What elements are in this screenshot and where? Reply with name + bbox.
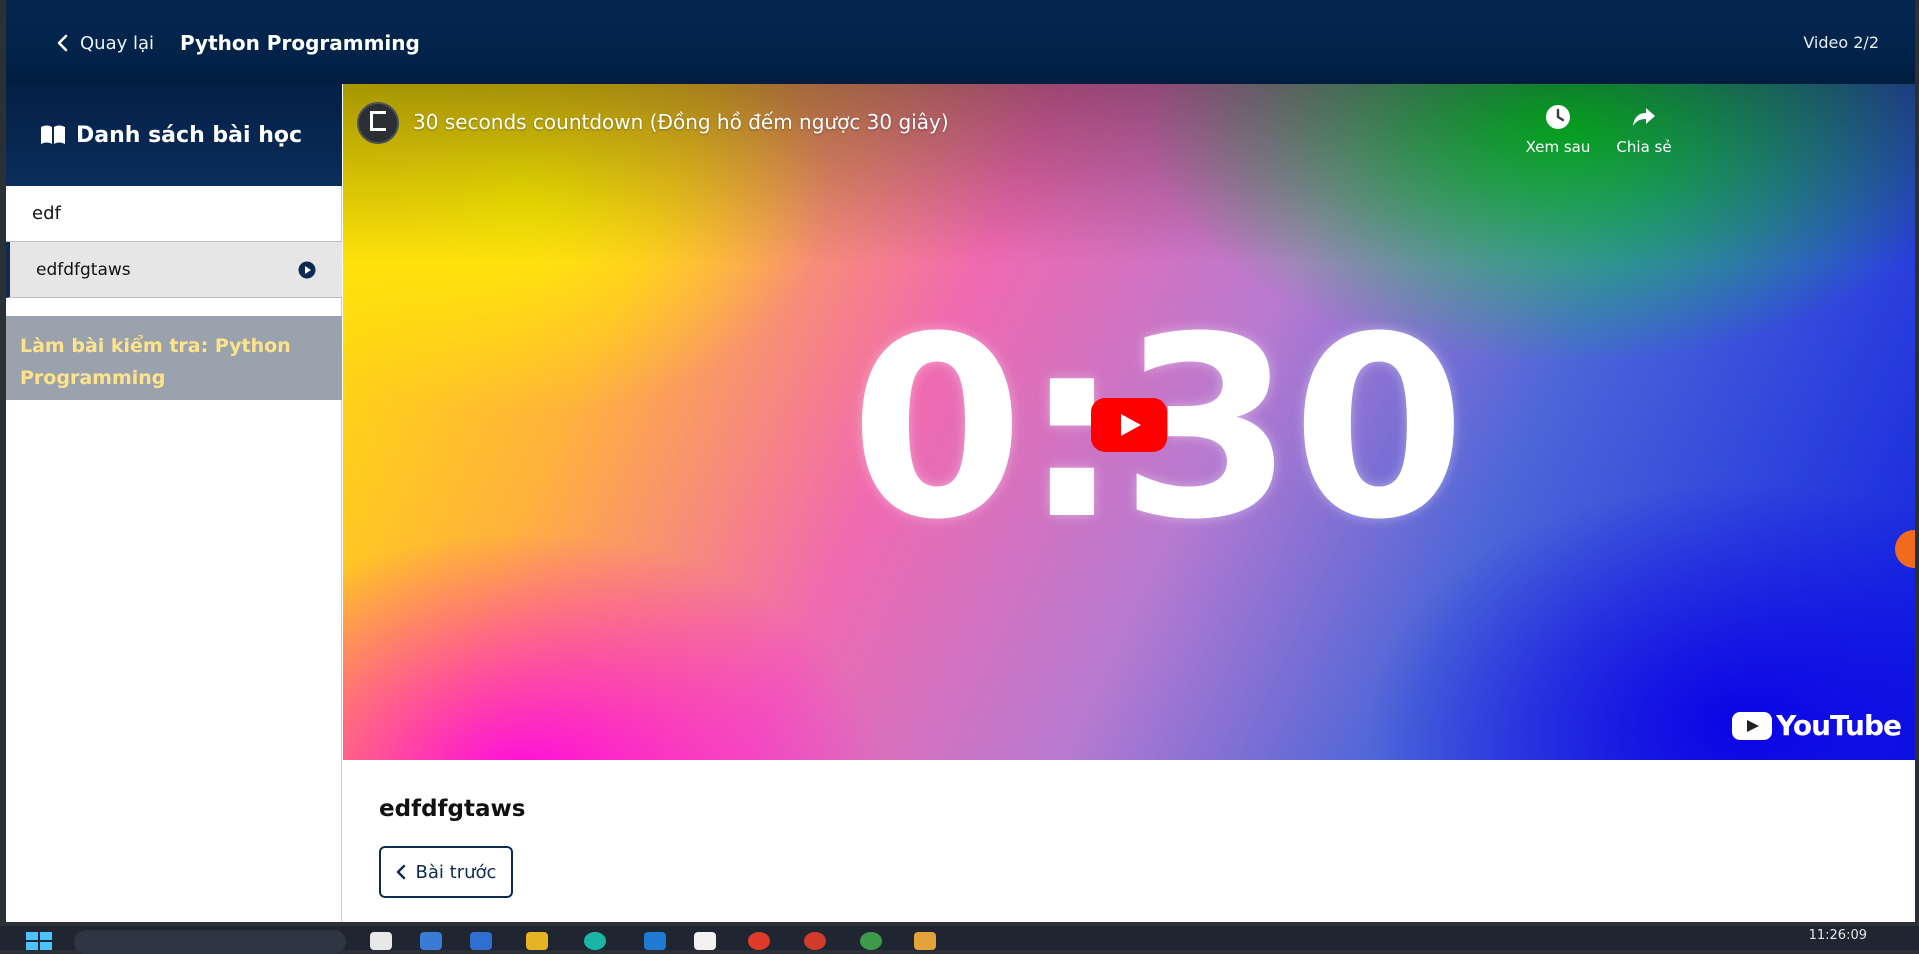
- lesson-item-active[interactable]: edfdfgtaws: [6, 242, 342, 298]
- youtube-wordmark: YouTube: [1776, 709, 1902, 742]
- video-title[interactable]: 30 seconds countdown (Đồng hồ đếm ngược …: [413, 110, 949, 134]
- windows-start-icon[interactable]: [26, 932, 54, 950]
- taskbar-app-icon[interactable]: [644, 932, 666, 950]
- lesson-sidebar: Danh sách bài học edf edfdfgtaws Làm bài…: [6, 84, 342, 922]
- taskbar-app-icon[interactable]: [860, 932, 882, 950]
- take-quiz-link[interactable]: Làm bài kiểm tra: Python Programming: [6, 316, 342, 400]
- clock-icon: [1546, 105, 1570, 129]
- quiz-label: Làm bài kiểm tra: Python Programming: [20, 335, 291, 389]
- previous-lesson-label: Bài trước: [415, 861, 497, 883]
- top-header: Quay lại Python Programming Video 2/2: [6, 0, 1915, 84]
- watch-later-button[interactable]: Xem sau: [1513, 104, 1603, 157]
- channel-avatar[interactable]: [357, 102, 399, 144]
- watch-later-label: Xem sau: [1525, 138, 1591, 156]
- taskbar-app-icon[interactable]: [420, 932, 442, 950]
- previous-lesson-button[interactable]: Bài trước: [379, 846, 513, 898]
- browser-icon[interactable]: [584, 932, 606, 950]
- video-counter: Video 2/2: [1803, 33, 1879, 52]
- course-title: Python Programming: [180, 31, 420, 55]
- lesson-label: edfdfgtaws: [36, 259, 131, 280]
- taskbar-clock[interactable]: 11:26:09: [1809, 928, 1867, 943]
- app-window: Quay lại Python Programming Video 2/2 Da…: [6, 0, 1915, 922]
- taskbar-app-icon[interactable]: [748, 932, 770, 950]
- youtube-play-icon: [1732, 711, 1773, 740]
- feedback-tab-icon[interactable]: [1895, 530, 1915, 568]
- share-arrow-icon: [1633, 108, 1655, 126]
- taskbar-app-icon[interactable]: [914, 932, 936, 950]
- chevron-left-icon: [57, 34, 68, 52]
- section-label: edf: [32, 203, 61, 224]
- os-taskbar: 11:26:09: [0, 926, 1919, 954]
- play-circle-icon: [298, 261, 316, 279]
- video-player[interactable]: 30 seconds countdown (Đồng hồ đếm ngược …: [343, 84, 1915, 760]
- folder-icon[interactable]: [526, 932, 548, 950]
- play-button[interactable]: [1091, 398, 1167, 452]
- taskbar-app-icon[interactable]: [470, 932, 492, 950]
- lesson-heading: edfdfgtaws: [379, 796, 526, 822]
- youtube-logo[interactable]: YouTube: [1732, 709, 1902, 742]
- back-label: Quay lại: [80, 32, 155, 54]
- book-open-icon: [41, 125, 65, 144]
- share-button[interactable]: Chia sẻ: [1599, 104, 1689, 157]
- sidebar-header: Danh sách bài học: [6, 84, 342, 186]
- back-button[interactable]: Quay lại: [56, 29, 154, 57]
- chevron-left-icon: [396, 864, 405, 880]
- taskbar-app-icon[interactable]: [694, 932, 716, 950]
- share-label: Chia sẻ: [1616, 138, 1672, 156]
- channel-logo-icon: [370, 111, 386, 131]
- taskbar-app-icon[interactable]: [804, 932, 826, 950]
- sidebar-title: Danh sách bài học: [76, 122, 303, 148]
- taskbar-search-box[interactable]: [74, 930, 346, 954]
- taskbar-app-icon[interactable]: [370, 932, 392, 950]
- section-header[interactable]: edf: [6, 186, 342, 242]
